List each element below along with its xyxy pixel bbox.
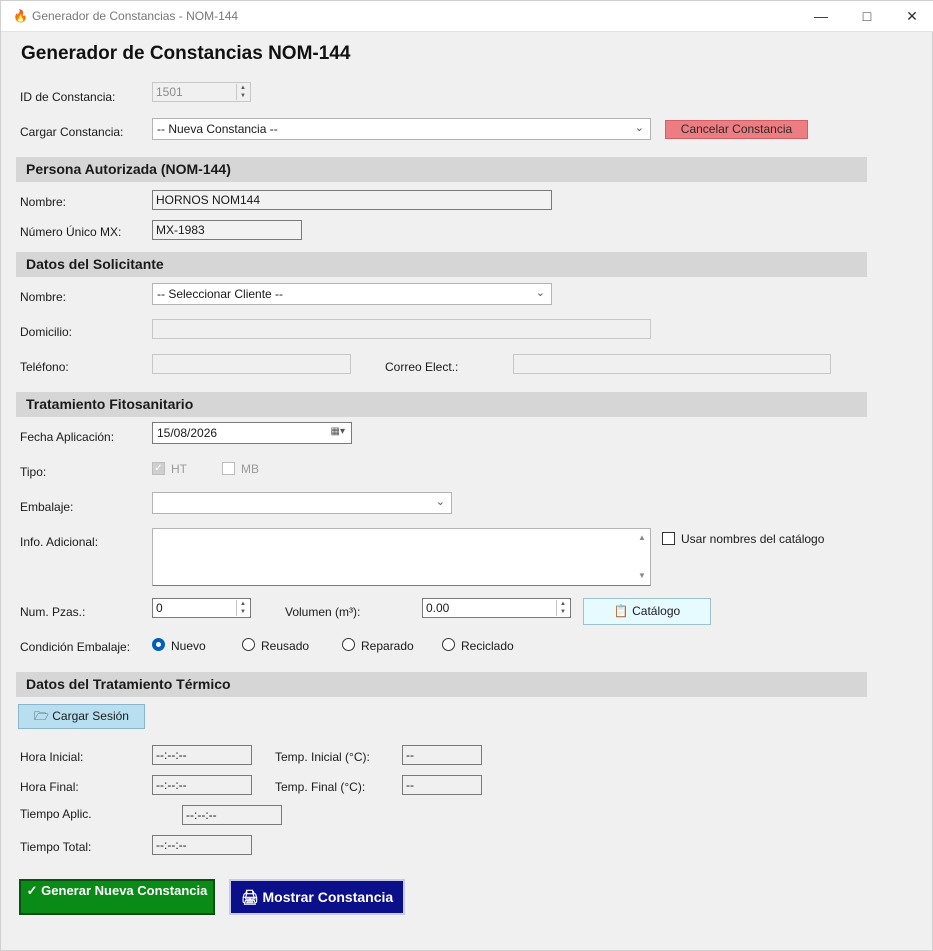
- tipo-mb-label: MB: [241, 462, 259, 476]
- scroll-down-icon[interactable]: ▼: [638, 571, 646, 580]
- id-constancia-label: ID de Constancia:: [20, 90, 116, 104]
- usar-nombres-label: Usar nombres del catálogo: [681, 532, 825, 546]
- condicion-reusado-label: Reusado: [261, 639, 310, 653]
- calendar-icon[interactable]: ▦▾: [331, 426, 345, 437]
- tiempo-aplic-label: Tiempo Aplic.: [20, 807, 92, 821]
- condicion-reparado-radio[interactable]: [342, 638, 355, 651]
- domicilio-label: Domicilio:: [20, 325, 73, 339]
- embalaje-label: Embalaje:: [20, 500, 74, 514]
- tiempo-total-field: --:--:--: [152, 835, 252, 855]
- tipo-label: Tipo:: [20, 465, 47, 479]
- condicion-embalaje-label: Condición Embalaje:: [20, 640, 131, 654]
- cliente-select-value: -- Seleccionar Cliente --: [157, 287, 284, 301]
- hora-final-label: Hora Final:: [20, 780, 79, 794]
- section-persona-autorizada: Persona Autorizada (NOM-144): [16, 157, 867, 182]
- condicion-reparado-label: Reparado: [361, 639, 414, 653]
- correo-label: Correo Elect.:: [385, 360, 459, 374]
- hora-inicial-label: Hora Inicial:: [20, 750, 84, 764]
- title-bar: 🔥 Generador de Constancias - NOM-144 — □…: [1, 1, 933, 32]
- printer-icon: 🖨: [240, 889, 259, 905]
- cancelar-constancia-button[interactable]: Cancelar Constancia: [665, 120, 808, 139]
- correo-field[interactable]: [513, 354, 831, 374]
- fecha-aplicacion-label: Fecha Aplicación:: [20, 430, 115, 444]
- fecha-aplicacion-value: 15/08/2026: [157, 426, 218, 440]
- volumen-spinner[interactable]: 0.00 ▲ ▼: [422, 598, 571, 618]
- section-title: Datos del Tratamiento Térmico: [26, 676, 231, 692]
- tipo-mb-checkbox[interactable]: [222, 462, 235, 475]
- spinner-arrows-icon[interactable]: ▲ ▼: [236, 600, 249, 616]
- fecha-aplicacion-datepicker[interactable]: 15/08/2026 ▦▾: [152, 422, 352, 444]
- tipo-ht-label: HT: [171, 462, 187, 476]
- cargar-constancia-label: Cargar Constancia:: [20, 125, 124, 139]
- flame-icon: 🔥: [13, 9, 28, 23]
- cliente-select[interactable]: -- Seleccionar Cliente -- ⌄: [152, 283, 552, 305]
- window-title: Generador de Constancias - NOM-144: [32, 9, 239, 23]
- minimize-icon[interactable]: —: [798, 1, 844, 32]
- cargar-sesion-label: Cargar Sesión: [52, 709, 129, 723]
- persona-nombre-field[interactable]: HORNOS NOM144: [152, 190, 552, 210]
- info-adicional-textarea[interactable]: ▲ ▼: [152, 528, 651, 586]
- section-tratamiento-fitosanitario: Tratamiento Fitosanitario: [16, 392, 867, 417]
- num-pzas-value: 0: [156, 601, 163, 615]
- usar-nombres-checkbox[interactable]: [662, 532, 675, 545]
- temp-final-field: --: [402, 775, 482, 795]
- temp-inicial-label: Temp. Inicial (°C):: [275, 750, 370, 764]
- condicion-reciclado-label: Reciclado: [461, 639, 514, 653]
- solicitante-nombre-label: Nombre:: [20, 290, 67, 304]
- num-pzas-label: Num. Pzas.:: [20, 605, 86, 619]
- id-constancia-value: 1501: [156, 85, 183, 99]
- cargar-sesion-button[interactable]: 🗁 Cargar Sesión: [18, 704, 145, 729]
- tiempo-aplic-field: --:--:--: [182, 805, 282, 825]
- generar-constancia-button[interactable]: ✓ Generar Nueva Constancia: [19, 879, 215, 915]
- spinner-arrows-icon[interactable]: ▲ ▼: [236, 84, 249, 100]
- condicion-reusado-radio[interactable]: [242, 638, 255, 651]
- cargar-constancia-select[interactable]: -- Nueva Constancia -- ⌄: [152, 118, 651, 140]
- section-datos-solicitante: Datos del Solicitante: [16, 252, 867, 277]
- section-title: Persona Autorizada (NOM-144): [26, 161, 231, 177]
- hora-final-field: --:--:--: [152, 775, 252, 795]
- chevron-down-icon: ⌄: [435, 496, 445, 508]
- num-pzas-spinner[interactable]: 0 ▲ ▼: [152, 598, 251, 618]
- volumen-label: Volumen (m³):: [285, 605, 361, 619]
- embalaje-select[interactable]: ⌄: [152, 492, 452, 514]
- chevron-down-icon: ⌄: [634, 122, 644, 134]
- info-adicional-label: Info. Adicional:: [20, 535, 99, 549]
- condicion-reciclado-radio[interactable]: [442, 638, 455, 651]
- tipo-ht-checkbox[interactable]: ✓: [152, 462, 165, 475]
- scroll-up-icon[interactable]: ▲: [638, 533, 646, 542]
- condicion-nuevo-radio[interactable]: [152, 638, 165, 651]
- temp-final-label: Temp. Final (°C):: [275, 780, 366, 794]
- numero-unico-label: Número Único MX:: [20, 225, 122, 239]
- chevron-down-icon: ⌄: [535, 287, 545, 299]
- mostrar-constancia-button[interactable]: 🖨 Mostrar Constancia: [229, 879, 405, 915]
- domicilio-field[interactable]: [152, 319, 651, 339]
- section-title: Tratamiento Fitosanitario: [26, 396, 194, 412]
- section-tratamiento-termico: Datos del Tratamiento Térmico: [16, 672, 867, 697]
- maximize-icon[interactable]: □: [844, 1, 890, 32]
- volumen-value: 0.00: [426, 601, 450, 615]
- numero-unico-field[interactable]: MX-1983: [152, 220, 302, 240]
- cargar-constancia-value: -- Nueva Constancia --: [157, 122, 278, 136]
- page-title: Generador de Constancias NOM-144: [21, 43, 351, 64]
- hora-inicial-field: --:--:--: [152, 745, 252, 765]
- spinner-arrows-icon[interactable]: ▲ ▼: [556, 600, 569, 616]
- telefono-field[interactable]: [152, 354, 351, 374]
- persona-nombre-label: Nombre:: [20, 195, 67, 209]
- clipboard-icon: 📋: [613, 604, 629, 618]
- catalogo-button[interactable]: 📋 Catálogo: [583, 598, 711, 625]
- mostrar-constancia-label: Mostrar Constancia: [262, 889, 394, 905]
- app-window: 🔥 Generador de Constancias - NOM-144 — □…: [0, 0, 933, 951]
- tiempo-total-label: Tiempo Total:: [20, 840, 92, 854]
- section-title: Datos del Solicitante: [26, 256, 164, 272]
- folder-icon: 🗁: [34, 709, 49, 723]
- telefono-label: Teléfono:: [20, 360, 69, 374]
- id-constancia-spinner[interactable]: 1501 ▲ ▼: [152, 82, 251, 102]
- textarea-scrollbar[interactable]: ▲ ▼: [635, 529, 650, 585]
- close-icon[interactable]: ✕: [889, 1, 933, 32]
- temp-inicial-field: --: [402, 745, 482, 765]
- condicion-nuevo-label: Nuevo: [171, 639, 206, 653]
- catalogo-button-label: Catálogo: [632, 604, 681, 618]
